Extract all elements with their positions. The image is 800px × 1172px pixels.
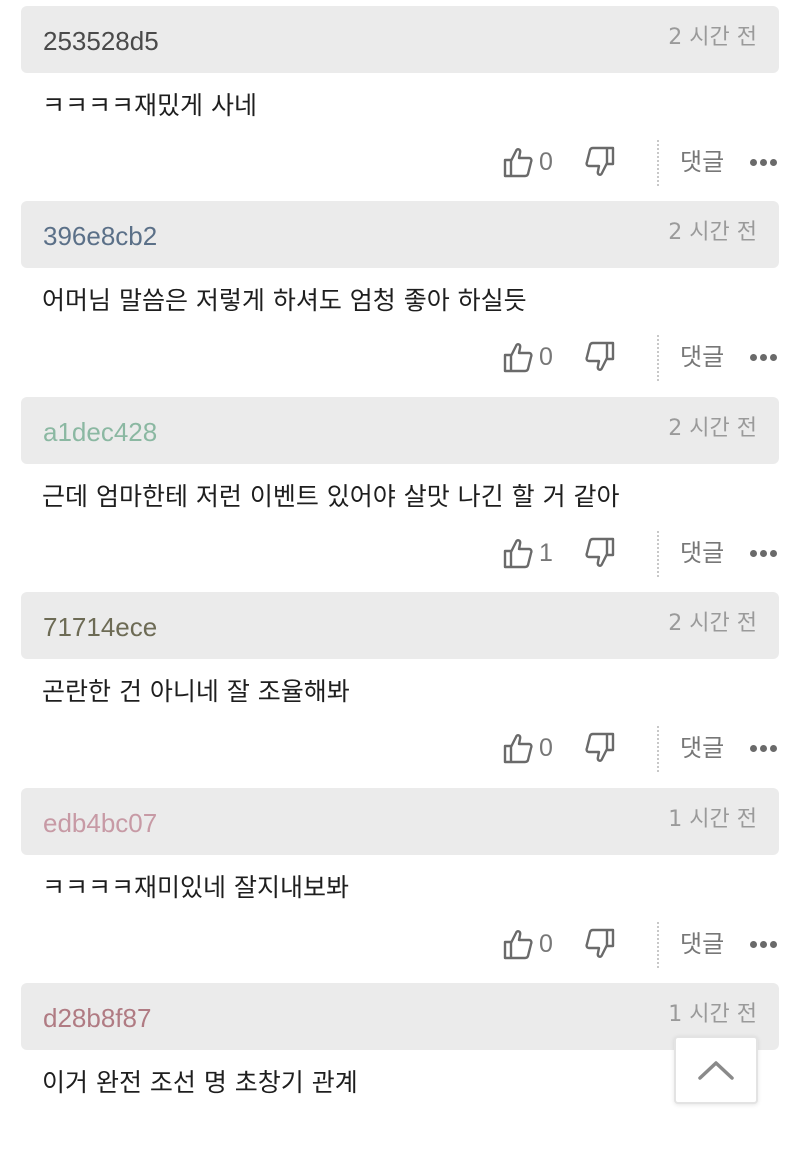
reply-button[interactable]: 댓글 [680,146,724,178]
thumbs-down-icon [585,537,615,567]
more-dots-icon[interactable] [750,745,777,752]
comment-text: ㅋㅋㅋㅋ재밌게 사네 [42,91,257,120]
comment-author[interactable]: a1dec428 [43,417,157,447]
comment-author[interactable]: d28b8f87 [43,1003,151,1033]
thumbs-down-icon [585,732,615,762]
thumbs-up-icon [503,734,533,764]
comment-text: 이거 완전 조선 명 초창기 관계 [42,1068,358,1097]
comment-author[interactable]: edb4bc07 [43,808,157,838]
like-button[interactable]: 0 [503,145,553,179]
comment-text: 어머님 말씀은 저렇게 하셔도 엄청 좋아 하실듯 [42,286,527,315]
comment-author[interactable]: 71714ece [43,612,157,642]
comment-header: edb4bc07 1 시간 전 [21,788,779,855]
reply-button[interactable]: 댓글 [680,341,724,373]
more-dots-icon[interactable] [750,159,777,166]
like-count: 0 [539,343,553,371]
action-divider [657,922,659,968]
comment-time: 2 시간 전 [668,25,757,50]
thumbs-up-icon [503,343,533,373]
action-divider [657,335,659,381]
dislike-button[interactable] [585,732,615,768]
comment-item: 71714ece 2 시간 전 곤란한 건 아니네 잘 조율해봐 0 댓글 [0,586,800,781]
comment-author[interactable]: 396e8cb2 [43,221,157,251]
reply-button[interactable]: 댓글 [680,732,724,764]
dislike-button[interactable] [585,146,615,182]
thumbs-down-icon [585,146,615,176]
comment-header: 396e8cb2 2 시간 전 [21,201,779,268]
comment-header: d28b8f87 1 시간 전 [21,983,779,1050]
thumbs-down-icon [585,928,615,958]
dislike-button[interactable] [585,537,615,573]
comment-text: 근데 엄마한테 저런 이벤트 있어야 살맛 나긴 할 거 같아 [42,482,620,511]
comment-header: 71714ece 2 시간 전 [21,592,779,659]
thumbs-up-icon [503,148,533,178]
more-dots-icon[interactable] [750,354,777,361]
chevron-up-icon [698,1061,734,1080]
comment-time: 2 시간 전 [668,416,757,441]
action-divider [657,140,659,186]
comment-author[interactable]: 253528d5 [43,26,159,56]
like-button[interactable]: 0 [503,340,553,374]
comment-actions: 0 댓글 [0,920,800,970]
comment-header: a1dec428 2 시간 전 [21,397,779,464]
comment-header: 253528d5 2 시간 전 [21,6,779,73]
scroll-to-top-button[interactable] [674,1036,758,1104]
comment-time: 2 시간 전 [668,611,757,636]
comment-item: edb4bc07 1 시간 전 ㅋㅋㅋㅋ재미있네 잘지내보봐 0 댓글 [0,782,800,977]
comment-text: ㅋㅋㅋㅋ재미있네 잘지내보봐 [42,873,349,902]
like-count: 0 [539,734,553,762]
reply-button[interactable]: 댓글 [680,928,724,960]
comment-time: 1 시간 전 [668,807,757,832]
comment-time: 1 시간 전 [668,1002,757,1027]
comment-actions: 1 댓글 [0,529,800,579]
like-button[interactable]: 0 [503,731,553,765]
comment-item: 253528d5 2 시간 전 ㅋㅋㅋㅋ재밌게 사네 0 댓글 [0,0,800,195]
thumbs-up-icon [503,539,533,569]
like-button[interactable]: 0 [503,927,553,961]
comment-item: 396e8cb2 2 시간 전 어머님 말씀은 저렇게 하셔도 엄청 좋아 하실… [0,195,800,390]
action-divider [657,726,659,772]
comment-item: a1dec428 2 시간 전 근데 엄마한테 저런 이벤트 있어야 살맛 나긴… [0,391,800,586]
like-count: 0 [539,930,553,958]
thumbs-down-icon [585,341,615,371]
dislike-button[interactable] [585,341,615,377]
action-divider [657,531,659,577]
comment-actions: 0 댓글 [0,333,800,383]
comment-text: 곤란한 건 아니네 잘 조율해봐 [42,677,350,706]
comment-time: 2 시간 전 [668,220,757,245]
reply-button[interactable]: 댓글 [680,537,724,569]
like-button[interactable]: 1 [503,536,553,570]
like-count: 0 [539,148,553,176]
like-count: 1 [539,539,553,567]
more-dots-icon[interactable] [750,941,777,948]
thumbs-up-icon [503,930,533,960]
comment-actions: 0 댓글 [0,138,800,188]
more-dots-icon[interactable] [750,550,777,557]
dislike-button[interactable] [585,928,615,964]
comment-actions: 0 댓글 [0,724,800,774]
